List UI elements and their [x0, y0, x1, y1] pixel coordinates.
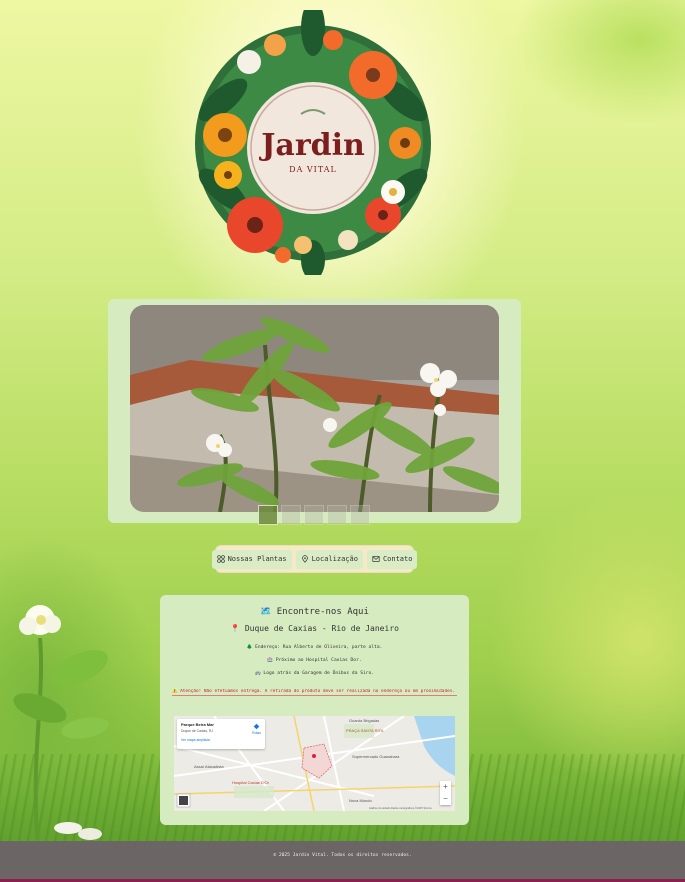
location-address: 🌲 Endereço: Rua Alberto de Oliveira, par…	[246, 645, 383, 650]
map-directions-button[interactable]: Rotas	[252, 723, 261, 735]
location-city: 📍 Duque de Caxias - Rio de Janeiro	[230, 624, 399, 633]
thumbnail-1[interactable]	[258, 505, 278, 525]
location-section: 🗺️ Encontre-nos Aqui 📍 Duque de Caxias -…	[160, 595, 469, 825]
site-footer: © 2025 Jardin Vital. Todos os direitos r…	[0, 841, 685, 882]
photo-gallery	[108, 299, 521, 525]
location-near: 🏥 Próximo ao Hospital Caxias Dor.	[267, 658, 362, 663]
thumbnail-5[interactable]	[350, 505, 370, 525]
map-place-name: Parque Beira Mar	[181, 722, 214, 727]
thumbnail-3[interactable]	[304, 505, 324, 525]
logo-title: Jardin	[258, 128, 365, 163]
map-footer-text: Atalhos do teclado Dados cartográficos ©…	[369, 806, 432, 810]
thumbnail-4[interactable]	[327, 505, 347, 525]
main-nav: Nossas Plantas Localização Contato	[211, 546, 418, 572]
map-place-card: Parque Beira Mar Duque de Caxias, RJ Ver…	[177, 719, 265, 749]
map-enlarge-link[interactable]: Ver mapa ampliado	[181, 738, 261, 742]
map-label-4: Assaí Atacadista	[194, 764, 224, 769]
nav-plants-button[interactable]: Nossas Plantas	[211, 549, 292, 569]
footer-copyright: © 2025 Jardin Vital. Todos os direitos r…	[273, 853, 412, 858]
nav-contact-label: Contato	[382, 555, 413, 563]
pin-icon	[301, 555, 308, 563]
gallery-photo-plumeria[interactable]	[130, 305, 499, 512]
map-label-0: Guarda Brigadas	[349, 718, 379, 723]
location-behind: 🚌 Logo atrás da Garagem de Ônibus da Sir…	[254, 671, 375, 676]
gallery-thumbnails	[258, 505, 370, 525]
daisy-flower-decoration	[13, 605, 109, 848]
pickup-warning: ⚠️ Atenção! Não efetuamos entrega. A ret…	[172, 689, 457, 696]
map-zoom-controls: + −	[440, 781, 451, 805]
directions-icon	[253, 723, 260, 730]
logo-subtitle: DA VITAL	[289, 165, 337, 174]
nav-contact-button[interactable]: Contato	[366, 549, 418, 569]
jardin-logo: Jardin DA VITAL	[183, 0, 443, 280]
map-label-3: Hospital Caxias D'Or	[232, 780, 270, 785]
grid-icon	[216, 555, 225, 563]
nav-location-label: Localização	[311, 555, 358, 563]
map-label-2: Supermercado Guanabara	[352, 754, 400, 759]
map-label-1: PRAÇA SANTA RITA	[346, 728, 384, 733]
zoom-out-button[interactable]: −	[440, 793, 451, 805]
location-heading: 🗺️ Encontre-nos Aqui	[260, 607, 369, 617]
mail-icon	[372, 556, 380, 562]
embedded-map[interactable]: Guarda Brigadas PRAÇA SANTA RITA Superme…	[174, 716, 455, 811]
nav-plants-label: Nossas Plantas	[227, 555, 287, 563]
map-label-5: Nova Mundo	[349, 798, 372, 803]
nav-location-button[interactable]: Localização	[295, 549, 363, 569]
zoom-in-button[interactable]: +	[440, 781, 451, 793]
map-place-sub: Duque de Caxias, RJ	[181, 729, 214, 733]
map-directions-label: Rotas	[252, 731, 261, 735]
thumbnail-2[interactable]	[281, 505, 301, 525]
